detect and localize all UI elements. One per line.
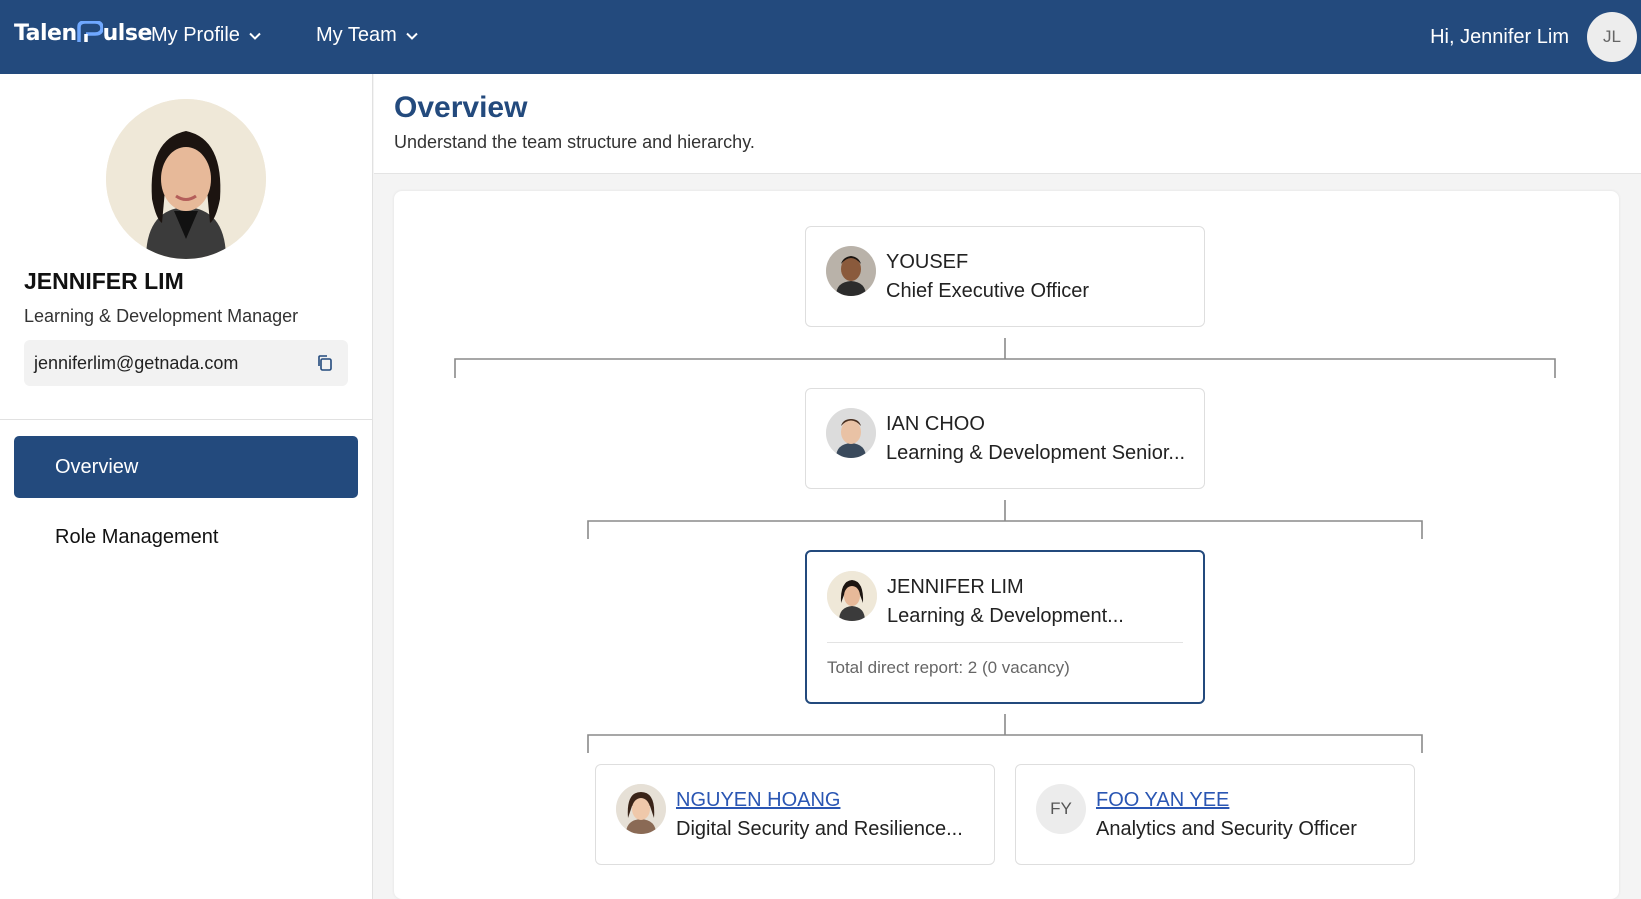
user-avatar[interactable]: JL — [1587, 12, 1637, 62]
org-node-manager[interactable]: IAN CHOO Learning & Development Senior..… — [805, 388, 1205, 489]
avatar — [826, 408, 876, 458]
org-chart-card: YOUSEF Chief Executive Officer IAN CHOO … — [394, 191, 1619, 899]
org-node-report[interactable]: NGUYEN HOANG Digital Security and Resili… — [595, 764, 995, 865]
org-node-name-link[interactable]: NGUYEN HOANG — [676, 789, 840, 812]
org-node-title: Learning & Development Senior... — [886, 442, 1186, 464]
org-node-ceo[interactable]: YOUSEF Chief Executive Officer — [805, 226, 1205, 327]
sidebar-divider — [0, 419, 373, 420]
sidebar-item-label: Overview — [55, 455, 139, 478]
org-node-title: Analytics and Security Officer — [1096, 818, 1357, 840]
copy-icon[interactable] — [316, 354, 334, 372]
org-node-report[interactable]: FY FOO YAN YEE Analytics and Security Of… — [1015, 764, 1415, 865]
pulse-logo-mark — [76, 21, 103, 42]
email-box: jenniferlim@getnada.com — [24, 340, 348, 386]
org-node-name: IAN CHOO — [886, 413, 985, 435]
my-team-menu[interactable]: My Team — [316, 24, 419, 47]
initials-avatar: FY — [1036, 784, 1086, 834]
top-navbar: Talen ulse My Profile My Team Hi, Jennife… — [0, 0, 1641, 74]
org-node-name: YOUSEF — [886, 251, 969, 273]
org-node-name: JENNIFER LIM — [887, 576, 1024, 598]
sidebar-item-role-management[interactable]: Role Management — [14, 506, 358, 568]
org-node-name-link[interactable]: FOO YAN YEE — [1096, 789, 1229, 812]
page-header: Overview Understand the team structure a… — [374, 74, 1641, 174]
chevron-down-icon — [406, 32, 418, 40]
divider — [827, 642, 1183, 643]
avatar — [826, 246, 876, 296]
page-subtitle: Understand the team structure and hierar… — [394, 132, 755, 152]
direct-report-count: Total direct report: 2 (0 vacancy) — [827, 658, 1070, 677]
my-profile-menu[interactable]: My Profile — [151, 24, 262, 47]
profile-role: Learning & Development Manager — [24, 306, 299, 326]
chevron-down-icon — [249, 32, 261, 40]
profile-name: JENNIFER LIM — [24, 268, 184, 294]
sidebar-item-label: Role Management — [55, 525, 219, 548]
org-node-title: Chief Executive Officer — [886, 280, 1090, 302]
my-team-label: My Team — [316, 24, 397, 46]
sidebar-item-overview[interactable]: Overview — [14, 436, 358, 498]
email-text: jenniferlim@getnada.com — [34, 353, 239, 373]
avatar — [616, 784, 666, 834]
avatar — [827, 571, 877, 621]
org-node-title: Learning & Development... — [887, 605, 1124, 627]
my-profile-label: My Profile — [151, 24, 240, 46]
user-greeting: Hi, Jennifer Lim — [1430, 26, 1569, 48]
talentpulse-logo[interactable]: Talen ulse — [14, 21, 152, 46]
sidebar: JENNIFER LIM Learning & Development Mana… — [0, 74, 373, 899]
profile-photo — [106, 99, 266, 259]
page-title: Overview — [394, 91, 528, 124]
org-node-current-user[interactable]: JENNIFER LIM Learning & Development... T… — [805, 550, 1205, 704]
org-node-title: Digital Security and Resilience... — [676, 818, 963, 840]
